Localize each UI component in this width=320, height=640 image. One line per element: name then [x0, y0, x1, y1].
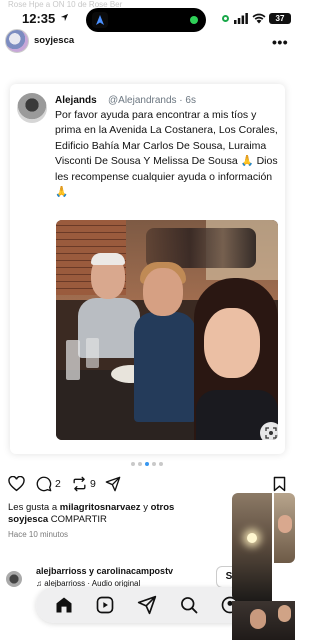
more-options-icon[interactable]: ••• [272, 34, 288, 50]
photo-woman [134, 312, 196, 422]
next-post-avatar[interactable] [6, 571, 22, 587]
carousel-dot [131, 462, 135, 466]
tweet-photo[interactable] [56, 220, 278, 440]
photo-man-hair [91, 253, 125, 265]
battery-indicator: 37 [269, 13, 291, 24]
post-header: soyjesca ••• [0, 26, 295, 60]
likes-middle: y [140, 502, 151, 513]
repost-icon[interactable] [71, 476, 88, 492]
tweet-display-name: Alejands [55, 95, 97, 106]
search-icon[interactable] [179, 595, 199, 615]
home-icon[interactable] [54, 595, 74, 615]
pip-lamp [247, 533, 257, 543]
author-avatar[interactable] [5, 29, 29, 53]
tweet-text: Por favor ayuda para encontrar a mis tío… [55, 109, 278, 199]
next-post-usernames[interactable]: alejbarrioss y carolinacampostv [36, 566, 173, 576]
caption-username[interactable]: soyjesca [8, 514, 48, 525]
bottom-tab-bar [36, 587, 248, 623]
photo-glass [86, 338, 99, 368]
activity-dot-icon [190, 16, 198, 24]
carousel-dot [159, 462, 163, 466]
visual-lookup-icon[interactable] [260, 422, 278, 440]
pip-participant [250, 609, 266, 629]
likes-user[interactable]: milagritosnarvaez [60, 502, 141, 513]
photo-woman-head [143, 268, 183, 316]
pip-main-video [232, 493, 272, 601]
reels-icon[interactable] [95, 595, 115, 615]
carousel-dot [152, 462, 156, 466]
share-send-icon[interactable] [105, 476, 121, 492]
likes-prefix: Les gusta a [8, 502, 60, 513]
save-bookmark-icon[interactable] [273, 476, 286, 492]
send-icon[interactable] [137, 595, 157, 615]
post-time-ago: Hace 10 minutos [8, 530, 69, 539]
photo-glass [66, 340, 80, 380]
wifi-icon [252, 13, 266, 24]
location-arrow-icon [60, 13, 69, 22]
repost-count: 9 [90, 478, 96, 490]
clock: 12:35 [22, 11, 56, 26]
video-call-pip[interactable] [232, 493, 295, 640]
pip-participant [278, 605, 291, 622]
photo-young-woman-face [204, 308, 260, 378]
caption: soyjesca COMPARTIR [8, 514, 107, 525]
shared-tweet-card[interactable]: Alejands @Alejandrands · 6s Por favor ay… [10, 84, 285, 454]
caption-text: COMPARTIR [48, 514, 107, 525]
carousel-dot [138, 462, 142, 466]
tweet-author-avatar [17, 93, 47, 123]
comment-count: 2 [55, 478, 61, 490]
comment-icon[interactable] [36, 476, 52, 492]
pip-participant [278, 515, 292, 533]
tweet-handle-time: @Alejandrands · 6s [108, 95, 196, 106]
carousel-dot-active [145, 462, 149, 466]
likes-others[interactable]: otros [151, 502, 175, 513]
privacy-indicator-icon [222, 15, 229, 22]
author-username[interactable]: soyjesca [34, 35, 74, 46]
cellular-signal-icon [234, 13, 248, 24]
carousel-dots [131, 462, 167, 468]
like-heart-icon[interactable] [8, 476, 25, 492]
